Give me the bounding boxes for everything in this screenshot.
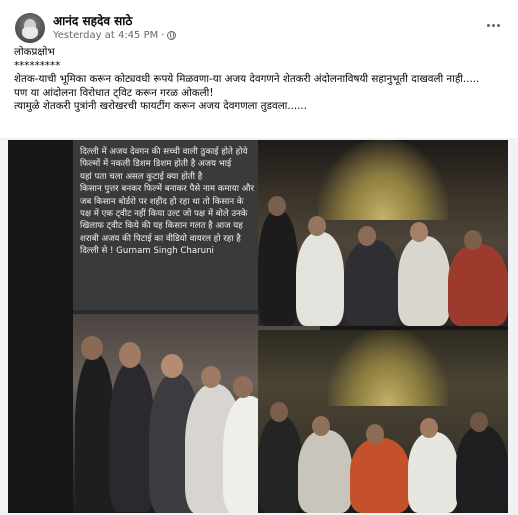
crowd-figure bbox=[408, 432, 458, 513]
crowd-head bbox=[161, 354, 183, 378]
post-text-line: पण या आंदोलना विरोधात ट्विट करून गरळ ओकल… bbox=[14, 86, 214, 99]
post-header: आनंद सहदेव साठे Yesterday at 4:45 PM · bbox=[12, 10, 506, 46]
meta-separator: · bbox=[161, 30, 165, 41]
crowd-head bbox=[410, 222, 428, 242]
crowd-figure bbox=[258, 416, 302, 513]
more-dot bbox=[496, 23, 500, 27]
palm-tree bbox=[318, 140, 448, 220]
avatar-beard bbox=[22, 27, 38, 39]
post-text-line: ********* bbox=[14, 59, 61, 72]
crowd-figure bbox=[298, 430, 352, 513]
crowd-head bbox=[420, 418, 438, 438]
crowd-figure bbox=[448, 244, 508, 326]
post-text-line: लोकप्रक्षोभ bbox=[14, 46, 55, 58]
more-options-icon[interactable] bbox=[484, 18, 502, 32]
crowd-head bbox=[470, 412, 488, 432]
crowd-photo-top-right bbox=[258, 140, 508, 326]
crowd-head bbox=[464, 230, 482, 250]
crowd-head bbox=[268, 196, 286, 216]
author-name[interactable]: आनंद सहदेव साठे bbox=[53, 12, 132, 29]
post-text-line: शेतक-याची भूमिका करून कोट्यवधी रूपये मिळ… bbox=[14, 73, 480, 86]
palm-tree bbox=[328, 330, 448, 406]
author-avatar[interactable] bbox=[15, 13, 45, 43]
crowd-figure bbox=[456, 426, 508, 513]
crowd-head bbox=[270, 402, 288, 422]
post-meta: Yesterday at 4:45 PM · bbox=[53, 30, 177, 41]
crowd-figure bbox=[258, 210, 298, 326]
crowd-head bbox=[312, 416, 330, 436]
crowd-figure bbox=[344, 240, 400, 326]
crowd-head bbox=[308, 216, 326, 236]
crowd-head bbox=[233, 376, 253, 398]
post-timestamp[interactable]: Yesterday at 4:45 PM bbox=[53, 30, 158, 41]
crowd-head bbox=[366, 424, 384, 444]
more-dot bbox=[486, 23, 490, 27]
crowd-head bbox=[201, 366, 221, 388]
crowd-head bbox=[358, 226, 376, 246]
crowd-photo-bottom-right bbox=[258, 330, 508, 513]
post-media[interactable]: दिल्ली में अजय देवगन की सच्ची वाली ठुकाई… bbox=[0, 138, 518, 515]
more-dot bbox=[491, 23, 495, 27]
post-text-line: त्यामुळे शेतकरी पुत्रांनी खरोखरची फायटीं… bbox=[14, 100, 307, 113]
crowd-figure bbox=[296, 232, 344, 326]
crowd-figure bbox=[350, 438, 410, 513]
photo-collage[interactable]: दिल्ली में अजय देवगन की सच्ची वाली ठुकाई… bbox=[8, 140, 508, 513]
crowd-head bbox=[81, 336, 103, 360]
post-text: लोकप्रक्षोभ ********* शेतक-याची भूमिका क… bbox=[14, 46, 504, 114]
crowd-figure bbox=[398, 236, 450, 326]
globe-icon bbox=[167, 31, 177, 40]
facebook-post: आनंद सहदेव साठे Yesterday at 4:45 PM · ल… bbox=[0, 0, 518, 515]
crowd-head bbox=[119, 342, 141, 368]
